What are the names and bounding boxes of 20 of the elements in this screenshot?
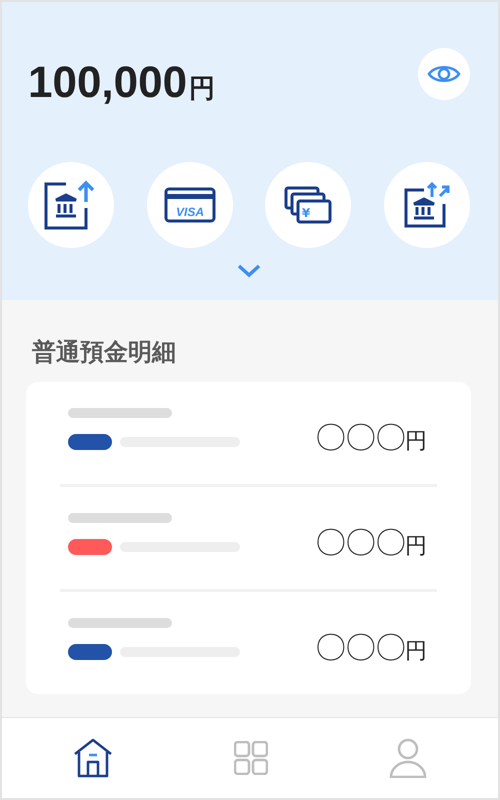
transaction-amount: 〇〇〇: [315, 524, 405, 562]
grid-icon: [234, 741, 268, 775]
eye-icon: [427, 63, 461, 85]
action-button[interactable]: ¥: [265, 162, 352, 248]
section-title: 普通預金明細: [32, 338, 177, 368]
visibility-toggle-button[interactable]: [418, 48, 470, 100]
transaction-amount: 〇〇〇: [315, 629, 405, 667]
balance-amount: 100,000: [28, 58, 188, 108]
transaction-unit: 円: [405, 637, 427, 665]
balance-unit: 円: [189, 72, 216, 105]
credit-card-icon: VISA: [164, 187, 216, 223]
bank-transfer-icon: [404, 182, 450, 228]
transaction-unit: 円: [405, 532, 427, 560]
action-button[interactable]: VISA: [146, 162, 233, 248]
home-icon: [72, 738, 113, 778]
chevron-down-icon[interactable]: [237, 264, 261, 278]
person-icon: [389, 738, 428, 778]
nav-tab[interactable]: [72, 738, 113, 778]
transaction-unit: 円: [405, 427, 427, 455]
transaction-amount: 〇〇〇: [315, 419, 405, 457]
